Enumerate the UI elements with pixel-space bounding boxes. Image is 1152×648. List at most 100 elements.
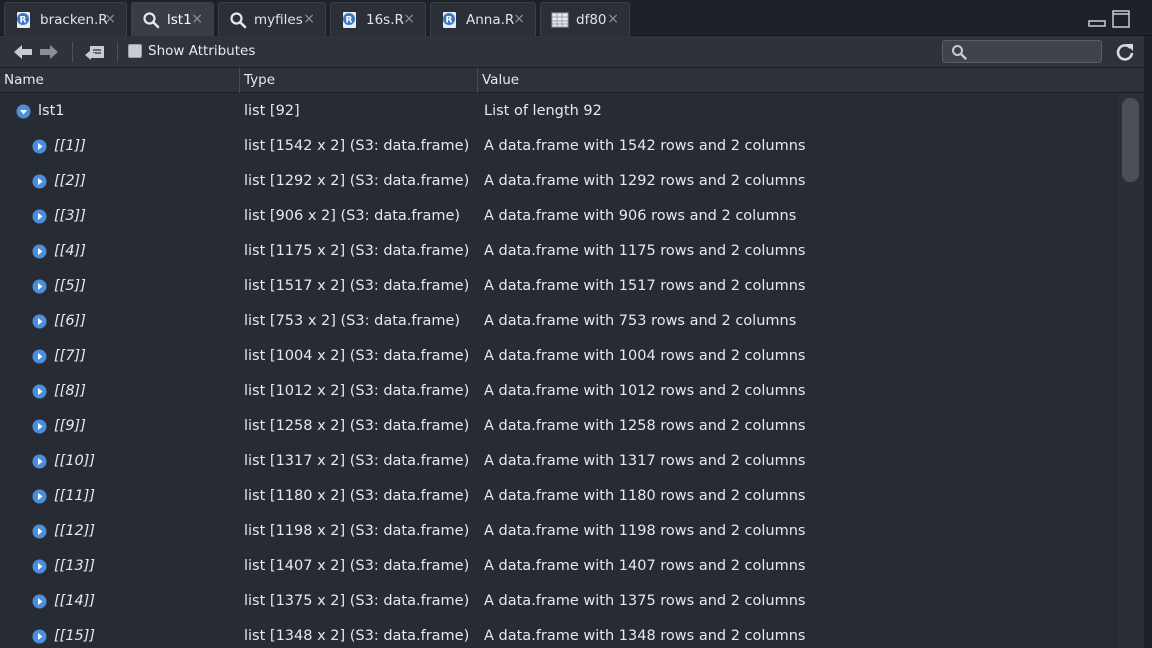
back-arrow-icon[interactable] xyxy=(12,43,34,61)
expand-icon[interactable] xyxy=(32,629,47,644)
close-icon[interactable]: × xyxy=(191,10,203,28)
list-element-type: list [1542 x 2] (S3: data.frame) xyxy=(244,138,470,154)
list-element-value: A data.frame with 1012 rows and 2 column… xyxy=(484,383,806,399)
tab-label: lst1 xyxy=(167,11,192,28)
close-icon[interactable]: × xyxy=(513,10,525,28)
tab-df80[interactable]: df80 × xyxy=(540,2,630,36)
close-icon[interactable]: × xyxy=(607,10,619,28)
tab-label: myfiles xyxy=(254,11,303,28)
tab-16s-r[interactable]: R 16s.R × xyxy=(330,2,426,36)
tree-row[interactable]: [[3]] list [906 x 2] (S3: data.frame) A … xyxy=(0,199,1118,234)
list-element-name: [[10]] xyxy=(54,453,96,469)
list-element-name: [[7]] xyxy=(54,348,86,364)
tree-row[interactable]: [[7]] list [1004 x 2] (S3: data.frame) A… xyxy=(0,339,1118,374)
scrollbar-thumb[interactable] xyxy=(1122,98,1139,182)
refresh-icon[interactable] xyxy=(1115,42,1135,62)
column-header-name[interactable]: Name xyxy=(0,68,240,93)
close-icon[interactable]: × xyxy=(303,10,315,28)
pane-border xyxy=(1144,36,1152,648)
tree-row[interactable]: [[1]] list [1542 x 2] (S3: data.frame) A… xyxy=(0,129,1118,164)
list-element-name: [[11]] xyxy=(54,488,96,504)
tree-row[interactable]: [[15]] list [1348 x 2] (S3: data.frame) … xyxy=(0,619,1118,648)
r-file-icon: R xyxy=(17,11,30,28)
tab-bracken-r[interactable]: R bracken.R × xyxy=(4,2,127,36)
expand-icon[interactable] xyxy=(32,489,47,504)
list-element-name: [[8]] xyxy=(54,383,86,399)
expand-icon[interactable] xyxy=(32,594,47,609)
list-element-value: A data.frame with 1517 rows and 2 column… xyxy=(484,278,806,294)
list-element-type: list [1175 x 2] (S3: data.frame) xyxy=(244,243,470,259)
tree-row[interactable]: [[6]] list [753 x 2] (S3: data.frame) A … xyxy=(0,304,1118,339)
tree-row[interactable]: [[5]] list [1517 x 2] (S3: data.frame) A… xyxy=(0,269,1118,304)
expand-icon[interactable] xyxy=(32,524,47,539)
tree-row[interactable]: [[10]] list [1317 x 2] (S3: data.frame) … xyxy=(0,444,1118,479)
toolbar-divider xyxy=(72,42,73,62)
expand-icon[interactable] xyxy=(32,559,47,574)
expand-icon[interactable] xyxy=(32,209,47,224)
list-element-value: A data.frame with 1004 rows and 2 column… xyxy=(484,348,806,364)
expand-icon[interactable] xyxy=(32,454,47,469)
svg-text:R: R xyxy=(346,15,353,25)
list-element-name: [[3]] xyxy=(54,208,86,224)
list-element-value: A data.frame with 1198 rows and 2 column… xyxy=(484,523,806,539)
expand-icon[interactable] xyxy=(32,244,47,259)
collapse-icon[interactable] xyxy=(16,104,31,119)
close-icon[interactable]: × xyxy=(104,10,116,28)
svg-text:R: R xyxy=(446,15,453,25)
tree-row[interactable]: [[4]] list [1175 x 2] (S3: data.frame) A… xyxy=(0,234,1118,269)
variable-value: List of length 92 xyxy=(484,103,602,119)
expand-icon[interactable] xyxy=(32,174,47,189)
tree-row[interactable]: [[13]] list [1407 x 2] (S3: data.frame) … xyxy=(0,549,1118,584)
close-icon[interactable]: × xyxy=(403,10,415,28)
r-file-icon: R xyxy=(443,11,456,28)
list-element-name: [[4]] xyxy=(54,243,86,259)
list-element-value: A data.frame with 1180 rows and 2 column… xyxy=(484,488,806,504)
maximize-icon[interactable] xyxy=(1112,10,1130,28)
show-attributes-checkbox[interactable] xyxy=(128,44,142,58)
list-element-name: [[5]] xyxy=(54,278,86,294)
vertical-scrollbar[interactable] xyxy=(1118,94,1144,648)
svg-text:R: R xyxy=(20,15,27,25)
expand-icon[interactable] xyxy=(32,314,47,329)
tree-row[interactable]: [[2]] list [1292 x 2] (S3: data.frame) A… xyxy=(0,164,1118,199)
tree-row[interactable]: [[12]] list [1198 x 2] (S3: data.frame) … xyxy=(0,514,1118,549)
minimize-icon[interactable] xyxy=(1088,10,1106,28)
send-to-console-icon[interactable] xyxy=(84,43,106,61)
forward-arrow-icon[interactable] xyxy=(38,43,60,61)
tree-row[interactable]: [[8]] list [1012 x 2] (S3: data.frame) A… xyxy=(0,374,1118,409)
pane-window-controls xyxy=(1088,10,1130,28)
tree-row[interactable]: [[14]] list [1375 x 2] (S3: data.frame) … xyxy=(0,584,1118,619)
list-element-name: [[2]] xyxy=(54,173,86,189)
list-element-type: list [1348 x 2] (S3: data.frame) xyxy=(244,628,470,644)
list-element-type: list [1292 x 2] (S3: data.frame) xyxy=(244,173,470,189)
list-element-name: [[1]] xyxy=(54,138,86,154)
column-header-type[interactable]: Type xyxy=(240,68,478,93)
list-element-name: [[9]] xyxy=(54,418,86,434)
tab-lst1[interactable]: lst1 × xyxy=(131,2,214,36)
list-element-type: list [1004 x 2] (S3: data.frame) xyxy=(244,348,470,364)
column-header-value[interactable]: Value xyxy=(478,68,1152,93)
list-element-value: A data.frame with 1175 rows and 2 column… xyxy=(484,243,806,259)
tab-label: bracken.R xyxy=(40,11,108,28)
tree-row[interactable]: [[9]] list [1258 x 2] (S3: data.frame) A… xyxy=(0,409,1118,444)
expand-icon[interactable] xyxy=(32,279,47,294)
search-icon xyxy=(230,11,247,28)
expand-icon[interactable] xyxy=(32,384,47,399)
list-element-name: [[6]] xyxy=(54,313,86,329)
list-element-name: [[14]] xyxy=(54,593,96,609)
list-element-value: A data.frame with 1348 rows and 2 column… xyxy=(484,628,806,644)
expand-icon[interactable] xyxy=(32,419,47,434)
variable-name: lst1 xyxy=(38,103,65,119)
expand-icon[interactable] xyxy=(32,349,47,364)
expand-icon[interactable] xyxy=(32,139,47,154)
list-element-value: A data.frame with 1258 rows and 2 column… xyxy=(484,418,806,434)
tab-label: Anna.R xyxy=(466,11,515,28)
tab-myfiles[interactable]: myfiles × xyxy=(218,2,326,36)
tree-row[interactable]: [[11]] list [1180 x 2] (S3: data.frame) … xyxy=(0,479,1118,514)
list-element-type: list [1317 x 2] (S3: data.frame) xyxy=(244,453,470,469)
tree-row-root[interactable]: lst1 list [92] List of length 92 xyxy=(0,94,1118,129)
tab-anna-r[interactable]: R Anna.R × xyxy=(430,2,536,36)
list-element-type: list [1375 x 2] (S3: data.frame) xyxy=(244,593,470,609)
tab-label: df80 xyxy=(576,11,607,28)
list-element-value: A data.frame with 1407 rows and 2 column… xyxy=(484,558,806,574)
